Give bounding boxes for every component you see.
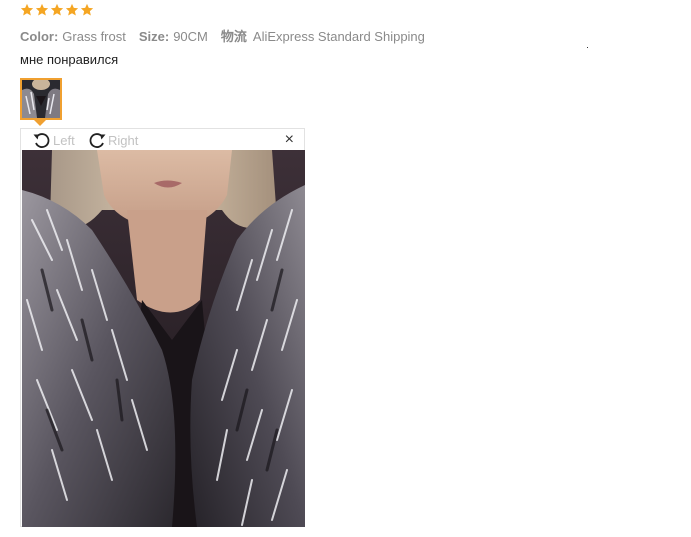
rotate-right-label: Right	[108, 132, 139, 148]
close-icon[interactable]: ×	[285, 131, 294, 149]
size-value: 90CM	[173, 29, 208, 44]
image-viewer: Left Right ×	[20, 128, 305, 527]
rotate-left-button[interactable]: Left	[32, 130, 75, 150]
star-icon	[35, 3, 49, 16]
shipping-value: AliExpress Standard Shipping	[252, 29, 425, 44]
star-icon	[80, 3, 94, 16]
rotate-left-label: Left	[53, 132, 75, 148]
review-card: Color: Grass frost Size: 90CM 物流 AliExpr…	[0, 0, 691, 537]
color-value: Grass frost	[62, 29, 126, 44]
star-rating	[20, 3, 94, 17]
photo-thumbnail[interactable]	[20, 78, 62, 120]
stray-dot	[587, 47, 588, 48]
rotate-right-icon	[89, 133, 106, 148]
star-icon	[50, 3, 64, 16]
star-icon	[20, 3, 34, 16]
rotate-left-icon	[33, 133, 50, 148]
thumbnail-image	[22, 80, 60, 118]
color-label: Color:	[20, 29, 59, 44]
star-icon	[65, 3, 79, 16]
review-photo-image	[22, 150, 305, 527]
order-attributes: Color: Grass frost Size: 90CM 物流 AliExpr…	[20, 26, 438, 45]
review-photo	[22, 150, 305, 527]
review-comment: мне понравился	[20, 52, 119, 67]
thumbnail-pointer	[34, 120, 46, 126]
viewer-toolbar: Left Right ×	[21, 129, 304, 150]
size-label: Size:	[138, 29, 170, 44]
rotate-right-button[interactable]: Right	[87, 130, 138, 150]
shipping-label: 物流	[220, 29, 247, 44]
